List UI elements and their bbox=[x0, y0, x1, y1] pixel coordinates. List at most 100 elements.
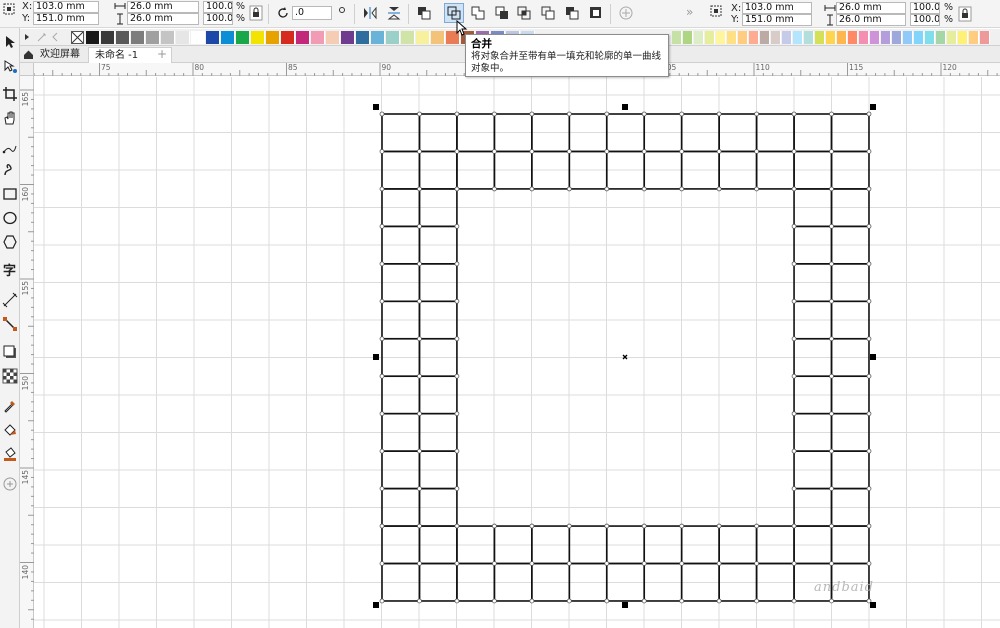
front-minus-back-icon[interactable] bbox=[564, 5, 580, 21]
tab-welcome-screen[interactable]: 欢迎屏幕 bbox=[34, 47, 86, 63]
color-swatch[interactable] bbox=[221, 31, 235, 44]
color-swatch[interactable] bbox=[848, 31, 858, 44]
color-swatch[interactable] bbox=[266, 31, 280, 44]
add-tool-icon[interactable] bbox=[2, 476, 18, 492]
color-swatch[interactable] bbox=[131, 31, 145, 44]
color-swatch[interactable] bbox=[705, 31, 715, 44]
color-swatch[interactable] bbox=[251, 31, 265, 44]
transparency-icon[interactable] bbox=[2, 368, 18, 384]
color-swatch[interactable] bbox=[958, 31, 968, 44]
color-swatch[interactable] bbox=[431, 31, 445, 44]
add-tab-button[interactable]: + bbox=[151, 47, 173, 63]
parallel-dimension-icon[interactable] bbox=[2, 292, 18, 308]
scale-y-field[interactable]: 100.0 bbox=[203, 13, 233, 25]
color-swatch[interactable] bbox=[914, 31, 924, 44]
color-swatch[interactable] bbox=[936, 31, 946, 44]
freehand-tool-icon[interactable] bbox=[2, 140, 18, 156]
trim-icon[interactable] bbox=[494, 5, 510, 21]
color-swatch[interactable] bbox=[176, 31, 190, 44]
color-swatch[interactable] bbox=[416, 31, 430, 44]
mirror-vertical-icon[interactable] bbox=[386, 5, 402, 21]
color-swatch[interactable] bbox=[206, 31, 220, 44]
color-swatch[interactable] bbox=[870, 31, 880, 44]
back-minus-front-icon[interactable] bbox=[588, 5, 604, 21]
color-swatch[interactable] bbox=[738, 31, 748, 44]
color-swatch[interactable] bbox=[401, 31, 415, 44]
color-swatch[interactable] bbox=[826, 31, 836, 44]
intersect-icon[interactable] bbox=[516, 5, 532, 21]
x-position-field-right[interactable]: 103.0 mm bbox=[742, 2, 812, 14]
color-swatch[interactable] bbox=[161, 31, 175, 44]
color-swatch[interactable] bbox=[146, 31, 160, 44]
artistic-media-icon[interactable] bbox=[2, 162, 18, 178]
color-swatch[interactable] bbox=[837, 31, 847, 44]
color-swatch[interactable] bbox=[356, 31, 370, 44]
color-swatch[interactable] bbox=[672, 31, 682, 44]
color-swatch[interactable] bbox=[793, 31, 803, 44]
color-swatch[interactable] bbox=[804, 31, 814, 44]
y-position-field-right[interactable]: 151.0 mm bbox=[742, 14, 812, 26]
width-field-right[interactable]: 26.0 mm bbox=[836, 2, 906, 14]
rectangle-tool-icon[interactable] bbox=[2, 186, 18, 202]
eyedropper-small-icon[interactable] bbox=[36, 31, 48, 46]
lock-ratio-icon-right[interactable] bbox=[958, 6, 972, 25]
color-swatch[interactable] bbox=[749, 31, 759, 44]
color-swatch[interactable] bbox=[694, 31, 704, 44]
scale-y-field-right[interactable]: 100.0 bbox=[910, 14, 940, 26]
color-swatch[interactable] bbox=[947, 31, 957, 44]
lock-ratio-icon[interactable] bbox=[249, 5, 263, 24]
height-field[interactable]: 26.0 mm bbox=[127, 13, 199, 25]
simplify-icon[interactable] bbox=[540, 5, 556, 21]
color-swatch[interactable] bbox=[969, 31, 979, 44]
object-origin-icon-right[interactable] bbox=[709, 4, 723, 21]
color-swatch[interactable] bbox=[371, 31, 385, 44]
color-swatch[interactable] bbox=[903, 31, 913, 44]
object-origin-icon[interactable] bbox=[2, 2, 16, 19]
color-swatch[interactable] bbox=[86, 31, 100, 44]
mirror-horizontal-icon[interactable] bbox=[362, 5, 378, 21]
drawing-canvas[interactable] bbox=[34, 77, 1000, 628]
pick-tool-icon[interactable] bbox=[2, 34, 18, 50]
color-swatch[interactable] bbox=[727, 31, 737, 44]
rotation-field[interactable]: .0 bbox=[292, 6, 332, 20]
color-swatch[interactable] bbox=[341, 31, 355, 44]
scale-x-field-right[interactable]: 100.0 bbox=[910, 2, 940, 14]
color-swatch[interactable] bbox=[683, 31, 693, 44]
arrange-icon[interactable] bbox=[416, 5, 432, 21]
interactive-fill-icon[interactable] bbox=[2, 422, 18, 438]
weld-icon[interactable] bbox=[470, 5, 486, 21]
color-swatch[interactable] bbox=[296, 31, 310, 44]
color-swatch[interactable] bbox=[116, 31, 130, 44]
connector-tool-icon[interactable] bbox=[2, 316, 18, 332]
pan-tool-icon[interactable] bbox=[2, 110, 18, 126]
ellipse-tool-icon[interactable] bbox=[2, 210, 18, 226]
color-swatch[interactable] bbox=[925, 31, 935, 44]
color-swatch[interactable] bbox=[771, 31, 781, 44]
selection-handle[interactable] bbox=[622, 602, 628, 608]
color-swatch[interactable] bbox=[191, 31, 205, 44]
color-swatch[interactable] bbox=[101, 31, 115, 44]
selection-handle[interactable] bbox=[373, 104, 379, 110]
selection-handle[interactable] bbox=[373, 602, 379, 608]
color-swatch[interactable] bbox=[386, 31, 400, 44]
color-swatch[interactable] bbox=[980, 31, 990, 44]
selection-handle[interactable] bbox=[870, 602, 876, 608]
color-swatch[interactable] bbox=[815, 31, 825, 44]
selection-handle[interactable] bbox=[622, 104, 628, 110]
color-swatch[interactable] bbox=[281, 31, 295, 44]
smart-fill-icon[interactable] bbox=[2, 446, 18, 462]
eyedropper-icon[interactable] bbox=[2, 398, 18, 414]
polygon-tool-icon[interactable] bbox=[2, 234, 18, 250]
palette-menu-icon[interactable] bbox=[22, 32, 32, 45]
palette-left-icon[interactable] bbox=[50, 32, 60, 45]
shape-tool-icon[interactable] bbox=[2, 58, 18, 74]
text-tool-icon[interactable]: 字 bbox=[2, 262, 18, 279]
home-icon[interactable] bbox=[23, 49, 34, 63]
more-tools-icon[interactable]: » bbox=[686, 5, 693, 19]
color-swatch[interactable] bbox=[782, 31, 792, 44]
selection-handle[interactable] bbox=[870, 354, 876, 360]
crop-tool-icon[interactable] bbox=[2, 86, 18, 102]
color-swatch[interactable] bbox=[892, 31, 902, 44]
color-swatch[interactable] bbox=[760, 31, 770, 44]
y-position-field[interactable]: 151.0 mm bbox=[33, 13, 99, 25]
